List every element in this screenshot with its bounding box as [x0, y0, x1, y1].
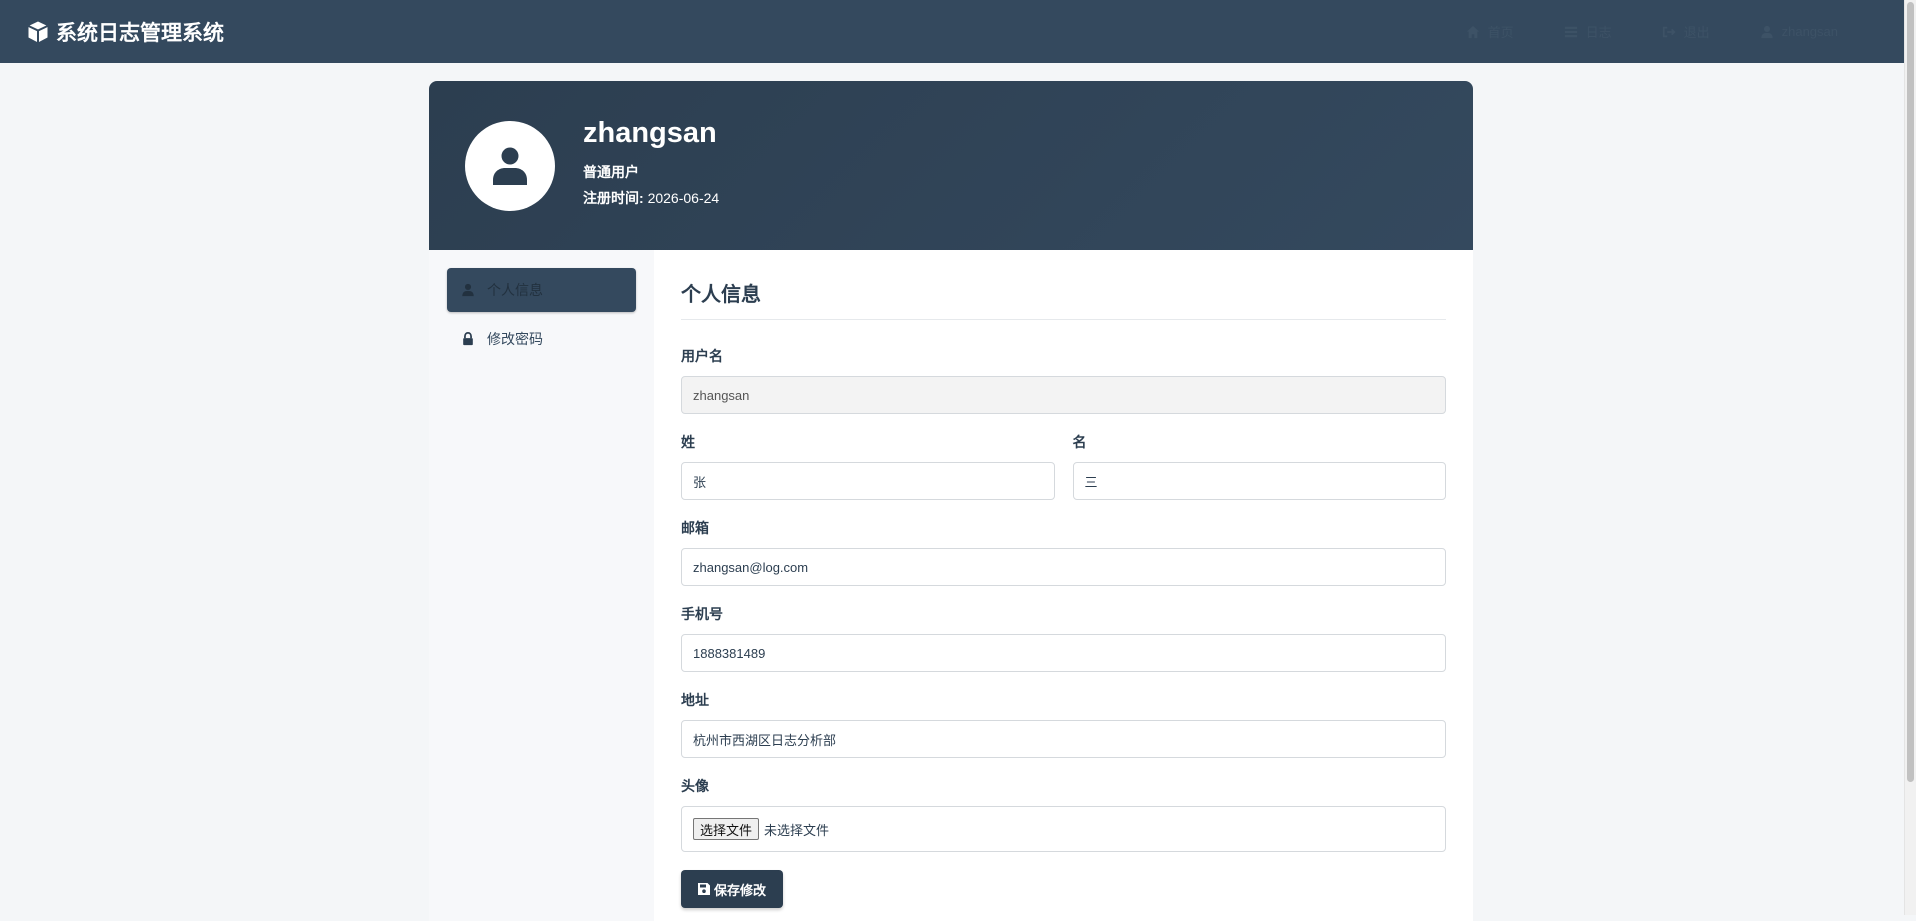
home-icon: [1466, 25, 1479, 38]
logout-icon: [1662, 26, 1676, 37]
section-title: 个人信息: [681, 278, 1446, 320]
profile-registration: 注册时间: 2026-06-24: [583, 188, 719, 208]
registration-date: 2026-06-24: [647, 190, 720, 206]
profile-card: zhangsan 普通用户 注册时间: 2026-06-24 个人信息 修改密码…: [429, 81, 1473, 921]
brand[interactable]: 系统日志管理系统: [26, 17, 224, 47]
phone-label: 手机号: [681, 606, 723, 622]
profile-header: zhangsan 普通用户 注册时间: 2026-06-24: [429, 81, 1473, 250]
avatar-file-input[interactable]: 选择文件 未选择文件: [681, 806, 1446, 852]
phone-field-group: 手机号: [681, 604, 1446, 672]
email-field-group: 邮箱: [681, 518, 1446, 586]
email-input[interactable]: [681, 548, 1446, 586]
user-avatar-icon: [493, 147, 527, 185]
address-field-group: 地址: [681, 690, 1446, 758]
menu-item-password[interactable]: 修改密码: [447, 317, 636, 361]
avatar: [465, 120, 555, 211]
menu-item-profile[interactable]: 个人信息: [447, 268, 636, 312]
firstname-field-group: 名: [1072, 432, 1446, 500]
profile-body: 个人信息 修改密码 个人信息 用户名 姓: [429, 250, 1473, 921]
avatar-label: 头像: [681, 778, 709, 794]
nav-link-home[interactable]: 首页: [1466, 22, 1514, 41]
side-menu: 个人信息 修改密码: [429, 250, 654, 921]
brand-title: 系统日志管理系统: [56, 20, 224, 45]
email-label: 邮箱: [681, 520, 709, 536]
nav-link-logs[interactable]: 日志: [1564, 22, 1612, 41]
avatar-field-group: 头像 选择文件 未选择文件: [681, 776, 1446, 852]
save-button[interactable]: 保存修改: [681, 870, 784, 908]
username-input[interactable]: [681, 376, 1446, 414]
firstname-label: 名: [1072, 434, 1087, 450]
lastname-field-group: 姓: [681, 432, 1055, 500]
menu-item-label: 个人信息: [487, 282, 543, 298]
profile-role: 普通用户: [583, 164, 639, 180]
profile-meta: zhangsan 普通用户 注册时间: 2026-06-24: [583, 117, 719, 208]
nav-links: 首页 日志 退出 zhangsan: [1466, 22, 1838, 41]
list-icon: [1564, 26, 1577, 37]
top-navbar: 系统日志管理系统 首页 日志 退出 zhangsan: [0, 0, 1904, 63]
user-icon: [462, 283, 474, 297]
nav-link-label: zhangsan: [1781, 24, 1838, 39]
page-scrollbar[interactable]: [1904, 0, 1916, 915]
nav-link-label: 日志: [1585, 25, 1612, 40]
username-field-group: 用户名: [681, 346, 1446, 414]
lastname-input[interactable]: [681, 462, 1055, 500]
scrollbar-thumb[interactable]: [1907, 2, 1914, 782]
registration-label: 注册时间:: [583, 190, 644, 206]
profile-username: zhangsan: [583, 117, 717, 149]
save-icon: [698, 883, 710, 895]
name-row: 姓 名: [681, 432, 1446, 518]
nav-link-label: 退出: [1683, 25, 1710, 40]
address-label: 地址: [681, 692, 709, 708]
nav-link-logout[interactable]: 退出: [1662, 22, 1710, 41]
phone-input[interactable]: [681, 634, 1446, 672]
username-label: 用户名: [681, 348, 723, 364]
choose-file-button[interactable]: 选择文件: [693, 818, 760, 840]
nav-link-user[interactable]: zhangsan: [1760, 24, 1838, 39]
nav-link-label: 首页: [1487, 25, 1514, 40]
lastname-label: 姓: [681, 434, 695, 450]
user-icon: [1760, 25, 1773, 38]
cube-icon: [28, 21, 48, 42]
menu-item-label: 修改密码: [487, 331, 543, 347]
profile-form: 个人信息 用户名 姓 名 邮箱 手机号: [654, 250, 1473, 921]
save-button-label: 保存修改: [714, 882, 767, 898]
file-status: 未选择文件: [764, 822, 830, 838]
lock-icon: [463, 332, 473, 346]
firstname-input[interactable]: [1072, 462, 1446, 500]
address-input[interactable]: [681, 720, 1446, 758]
